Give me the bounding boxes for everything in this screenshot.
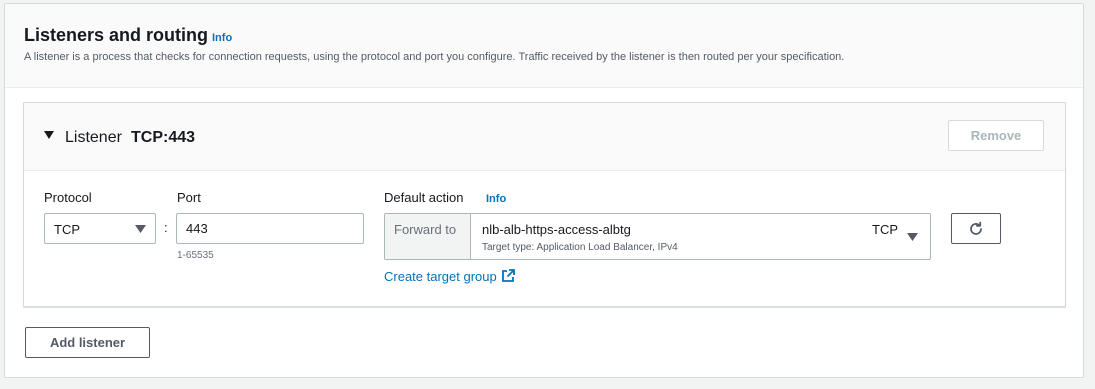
add-listener-button[interactable]: Add listener [25,327,150,358]
panel-description: A listener is a process that checks for … [24,51,845,63]
listener-header: Listener TCP:443 Remove [24,103,1065,171]
caret-down-icon[interactable] [44,130,54,140]
default-action-group: Forward to nlb-alb-https-access-albtg Ta… [384,213,931,260]
default-action-label: Default action [384,190,464,205]
refresh-icon [970,221,982,235]
page-title: Listeners and routing [24,25,209,45]
create-target-group-label: Create target group [384,269,497,284]
port-input[interactable] [176,213,364,244]
panel-header: Listeners and routing Info A listener is… [5,4,1083,88]
port-label: Port [177,190,201,205]
chevron-down-icon [907,233,918,241]
target-group-name: nlb-alb-https-access-albtg [482,222,631,237]
info-link[interactable]: Info [212,32,232,44]
target-group-select[interactable]: nlb-alb-https-access-albtg Target type: … [471,214,930,259]
listeners-routing-panel: Listeners and routing Info A listener is… [4,3,1084,378]
external-link-icon [501,269,515,282]
remove-button[interactable]: Remove [948,120,1044,151]
forward-to-label: Forward to [394,222,457,237]
chevron-down-icon [135,225,146,233]
target-group-meta: Target type: Application Load Balancer, … [482,242,678,253]
refresh-button[interactable] [951,213,1001,244]
forward-to-addon: Forward to [385,214,471,259]
port-hint: 1-65535 [177,250,214,261]
protocol-label: Protocol [44,190,92,205]
listener-name: TCP:443 [131,129,196,146]
protocol-select[interactable]: TCP [44,213,156,244]
protocol-value: TCP [54,222,80,237]
default-action-info-link[interactable]: Info [486,193,506,205]
listener-card: Listener TCP:443 Remove Protocol TCP : P… [23,102,1066,307]
port-separator: : [164,220,168,235]
listener-heading: Listener [65,129,122,146]
create-target-group-link[interactable]: Create target group [384,269,515,284]
target-group-protocol: TCP [872,222,898,237]
